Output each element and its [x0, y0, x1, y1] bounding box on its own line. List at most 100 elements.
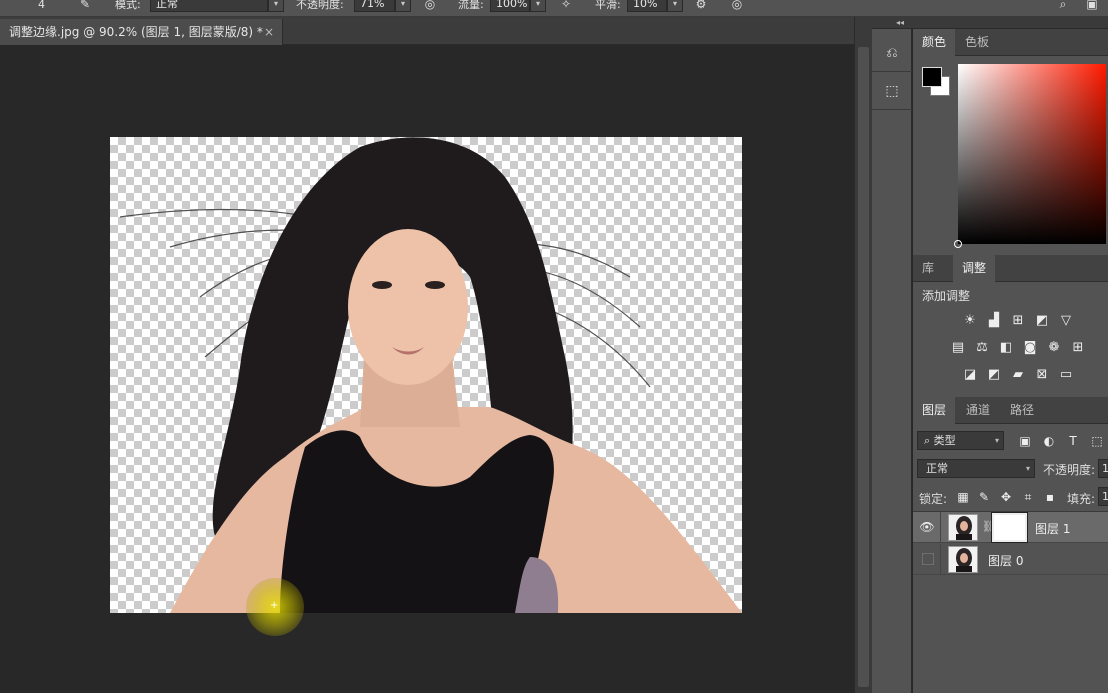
document-tab-title: 调整边缘.jpg @ 90.2% (图层 1, 图层蒙版/8) *: [9, 25, 263, 39]
opacity-input[interactable]: 71%: [354, 0, 395, 12]
tab-paths[interactable]: 路径: [1001, 397, 1043, 424]
mode-select[interactable]: 正常: [150, 0, 268, 12]
layers-panel-tabs: 图层 通道 路径: [913, 397, 1108, 424]
layer-opacity-input[interactable]: 100%: [1098, 459, 1108, 478]
lock-transparent-icon[interactable]: ▦: [955, 489, 971, 505]
color-picker-field[interactable]: [954, 64, 1106, 248]
filter-adjustment-icon[interactable]: ◐: [1041, 433, 1057, 449]
brightness-icon[interactable]: ☀: [961, 313, 979, 329]
filter-shape-icon[interactable]: ⬚: [1089, 433, 1105, 449]
filter-pixel-icon[interactable]: ▣: [1017, 433, 1033, 449]
layer-filter-kind: 类型: [933, 434, 956, 447]
posterize-icon[interactable]: ◩: [985, 367, 1003, 383]
close-tab-icon[interactable]: ×: [264, 19, 274, 45]
smoothing-label: 平滑:: [595, 0, 621, 11]
hue-saturation-icon[interactable]: ▤: [949, 340, 967, 356]
mask-link-chain-icon[interactable]: ⛓: [982, 519, 996, 535]
picker-handle[interactable]: [954, 240, 962, 248]
vertical-scrollbar[interactable]: [854, 17, 872, 693]
exposure-icon[interactable]: ◩: [1033, 313, 1051, 329]
layer-name[interactable]: 图层 0: [988, 552, 1023, 569]
layer-row-0[interactable]: 图层 0: [913, 544, 1108, 575]
selective-color-icon[interactable]: ⊠: [1033, 367, 1051, 383]
color-panel-tabs: 颜色 色板: [913, 29, 1108, 56]
blend-mode-select[interactable]: 正常 ▾: [917, 459, 1035, 478]
layer-row-divider: [940, 512, 941, 543]
flow-input[interactable]: 100%: [490, 0, 530, 12]
threshold-icon[interactable]: ▰: [1009, 367, 1027, 383]
pressure-opacity-icon[interactable]: ◎: [421, 0, 439, 12]
photo-filter-icon[interactable]: ◙: [1021, 340, 1039, 356]
foreground-color-swatch[interactable]: [922, 67, 942, 87]
layer-filter-select[interactable]: ⌕ 类型 ▾: [917, 431, 1004, 450]
lock-all-icon[interactable]: ▪: [1042, 489, 1058, 505]
lock-label: 锁定:: [919, 492, 948, 506]
airbrush-icon[interactable]: ✧: [557, 0, 575, 12]
right-panels: 颜色 色板 库 调整 添加调整 ☀ ▟ ⊞ ◩ ▽ ▤ ⚖ ◧ ◙ ❁ ⊞ ◪ …: [913, 29, 1108, 693]
gradient-map-icon[interactable]: ▭: [1057, 367, 1075, 383]
smoothing-settings-gear-icon[interactable]: ⚙: [692, 0, 710, 12]
brush-cursor: +: [246, 578, 304, 636]
flow-label: 流量:: [458, 0, 484, 11]
smoothing-input[interactable]: 10%: [627, 0, 667, 12]
layer-mask-thumbnail[interactable]: [991, 512, 1028, 543]
brush-size-value[interactable]: 4: [38, 0, 45, 14]
tab-color[interactable]: 颜色: [913, 29, 956, 56]
blend-mode-value: 正常: [926, 462, 948, 475]
cutout-photo: [119, 137, 742, 613]
document-tab-strip: 调整边缘.jpg @ 90.2% (图层 1, 图层蒙版/8) * ×: [0, 17, 854, 45]
opacity-label: 不透明度:: [296, 0, 344, 11]
3d-panel-icon[interactable]: ⬚: [877, 77, 907, 105]
brush-panel-toggle-icon[interactable]: ✎: [76, 0, 94, 12]
layer-row-1[interactable]: 👁 ⛓ 图层 1: [913, 512, 1108, 543]
thumbnail-image: [956, 516, 972, 540]
tab-layers[interactable]: 图层: [913, 397, 956, 424]
black-white-icon[interactable]: ◧: [997, 340, 1015, 356]
mode-dropdown-icon[interactable]: ▾: [268, 0, 284, 12]
lock-image-brush-icon[interactable]: ✎: [976, 489, 992, 505]
lock-position-move-icon[interactable]: ✥: [998, 489, 1014, 505]
flow-dropdown-icon[interactable]: ▾: [530, 0, 546, 12]
history-panel-icon[interactable]: ⎌: [877, 39, 907, 67]
channel-mixer-icon[interactable]: ❁: [1045, 340, 1063, 356]
face: [348, 229, 468, 385]
levels-icon[interactable]: ▟: [985, 313, 1003, 329]
hidden-visibility-box[interactable]: [922, 553, 934, 565]
add-adjustment-title: 添加调整: [922, 289, 971, 303]
document-tab[interactable]: 调整边缘.jpg @ 90.2% (图层 1, 图层蒙版/8) * ×: [0, 19, 283, 45]
search-icon[interactable]: ⌕: [1054, 0, 1072, 12]
tab-adjustments[interactable]: 调整: [953, 255, 996, 282]
fill-input[interactable]: 100%: [1098, 487, 1108, 506]
smoothing-dropdown-icon[interactable]: ▾: [667, 0, 683, 12]
collapse-arrows-icon[interactable]: ◂◂: [896, 17, 904, 29]
thumbnail-image: [956, 548, 972, 572]
dock-separator: [872, 109, 912, 110]
panel-collapse-bar[interactable]: ◂◂: [872, 17, 1108, 29]
adjust-panel-tabs: 库 调整: [913, 255, 1108, 282]
eye-visibility-icon[interactable]: 👁: [918, 519, 936, 535]
canvas[interactable]: [110, 137, 742, 613]
lock-artboard-icon[interactable]: ⌗: [1020, 489, 1036, 505]
tab-libraries[interactable]: 库: [913, 255, 943, 282]
layer-name[interactable]: 图层 1: [1035, 520, 1070, 537]
curves-icon[interactable]: ⊞: [1009, 313, 1027, 329]
filter-type-icon[interactable]: T: [1065, 433, 1081, 449]
scrollbar-thumb[interactable]: [858, 47, 869, 687]
color-lookup-icon[interactable]: ⊞: [1069, 340, 1087, 356]
invert-icon[interactable]: ◪: [961, 367, 979, 383]
workspace-icon[interactable]: ▣: [1083, 0, 1101, 12]
tab-swatches[interactable]: 色板: [956, 29, 998, 56]
dock-separator: [872, 71, 912, 72]
opacity-dropdown-icon[interactable]: ▾: [395, 0, 411, 12]
color-balance-icon[interactable]: ⚖: [973, 340, 991, 356]
layer-thumbnail: [948, 514, 978, 541]
pressure-size-icon[interactable]: ◎: [728, 0, 746, 12]
crosshair-icon: +: [270, 600, 279, 611]
fill-label: 填充:: [1067, 492, 1096, 506]
tab-channels[interactable]: 通道: [957, 397, 999, 424]
chevron-down-icon: ▾: [1025, 464, 1030, 473]
chevron-down-icon: ▾: [994, 436, 999, 445]
layer-opacity-label: 不透明度:: [1043, 463, 1096, 477]
vibrance-icon[interactable]: ▽: [1057, 313, 1075, 329]
layer-row-divider: [940, 544, 941, 575]
